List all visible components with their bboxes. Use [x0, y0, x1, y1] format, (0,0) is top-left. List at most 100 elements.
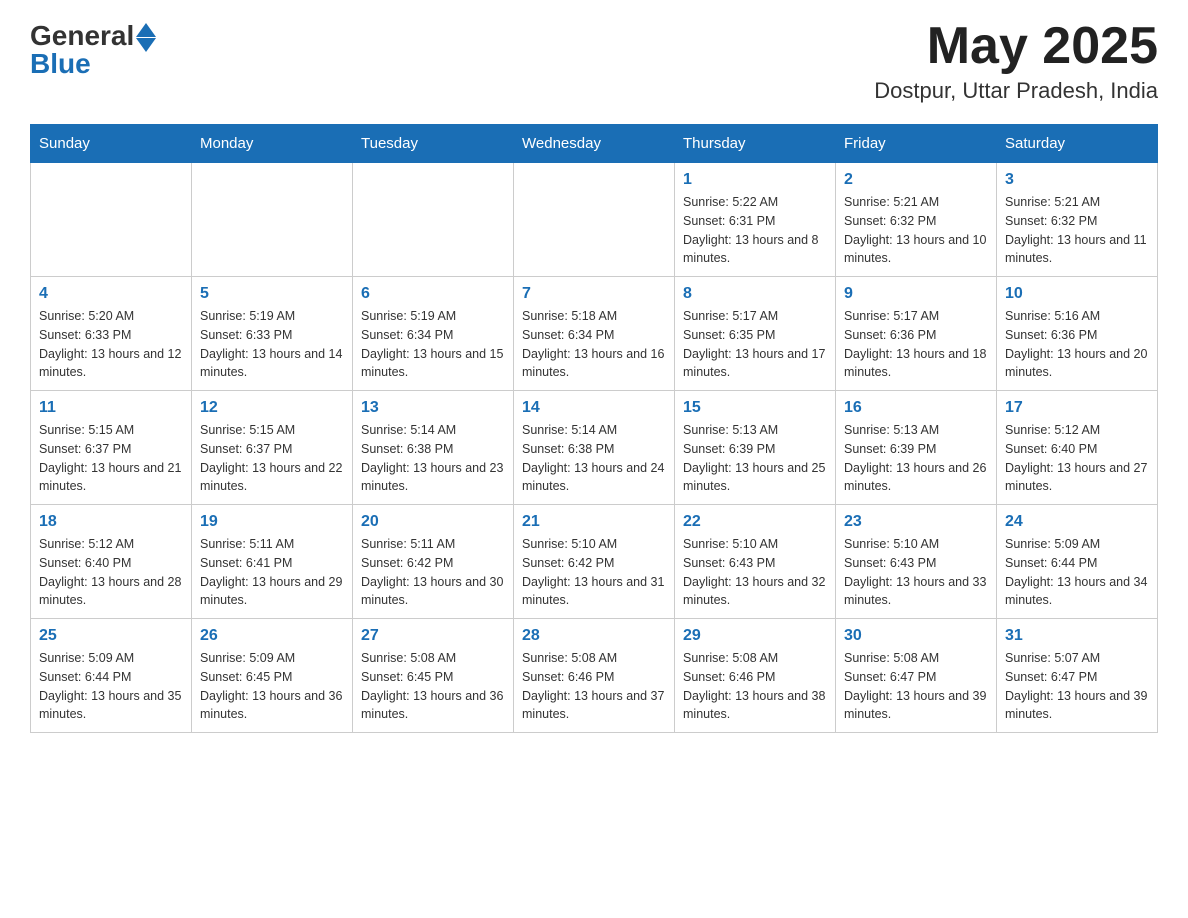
day-number: 11: [39, 399, 183, 417]
calendar-cell: 17 Sunrise: 5:12 AMSunset: 6:40 PMDayligh…: [997, 391, 1158, 505]
day-number: 19: [200, 513, 344, 531]
calendar-cell: 10 Sunrise: 5:16 AMSunset: 6:36 PMDayligh…: [997, 277, 1158, 391]
day-number: 15: [683, 399, 827, 417]
day-number: 25: [39, 627, 183, 645]
day-number: 6: [361, 285, 505, 303]
day-info: Sunrise: 5:12 AMSunset: 6:40 PMDaylight:…: [39, 535, 183, 610]
logo-blue-text: Blue: [30, 48, 91, 80]
calendar-cell: 2Sunrise: 5:21 AMSunset: 6:32 PMDaylight…: [836, 163, 997, 277]
calendar-cell: 24 Sunrise: 5:09 AMSunset: 6:44 PMDayligh…: [997, 505, 1158, 619]
calendar-cell: 29Sunrise: 5:08 AMSunset: 6:46 PMDayligh…: [675, 619, 836, 733]
day-number: 8: [683, 285, 827, 303]
day-info: Sunrise: 5:09 AMSunset: 6:44 PMDaylight:…: [39, 649, 183, 724]
day-info: Sunrise: 5:07 AMSunset: 6:47 PMDaylight:…: [1005, 649, 1149, 724]
day-number: 23: [844, 513, 988, 531]
day-info: Sunrise: 5:16 AMSunset: 6:36 PMDaylight:…: [1005, 307, 1149, 382]
day-info: Sunrise: 5:17 AMSunset: 6:35 PMDaylight:…: [683, 307, 827, 382]
calendar-cell: 8 Sunrise: 5:17 AMSunset: 6:35 PMDaylight…: [675, 277, 836, 391]
calendar-cell: 6 Sunrise: 5:19 AMSunset: 6:34 PMDaylight…: [353, 277, 514, 391]
day-number: 14: [522, 399, 666, 417]
calendar-cell: 31 Sunrise: 5:07 AMSunset: 6:47 PMDayligh…: [997, 619, 1158, 733]
calendar-cell: 28Sunrise: 5:08 AMSunset: 6:46 PMDayligh…: [514, 619, 675, 733]
calendar-cell: 25 Sunrise: 5:09 AMSunset: 6:44 PMDayligh…: [31, 619, 192, 733]
col-header-friday: Friday: [836, 125, 997, 163]
day-info: Sunrise: 5:15 AMSunset: 6:37 PMDaylight:…: [200, 421, 344, 496]
calendar-cell: 13Sunrise: 5:14 AMSunset: 6:38 PMDayligh…: [353, 391, 514, 505]
day-number: 12: [200, 399, 344, 417]
col-header-sunday: Sunday: [31, 125, 192, 163]
day-info: Sunrise: 5:11 AMSunset: 6:42 PMDaylight:…: [361, 535, 505, 610]
day-info: Sunrise: 5:19 AMSunset: 6:34 PMDaylight:…: [361, 307, 505, 382]
day-number: 27: [361, 627, 505, 645]
calendar-cell: 23Sunrise: 5:10 AMSunset: 6:43 PMDayligh…: [836, 505, 997, 619]
week-row-3: 11 Sunrise: 5:15 AMSunset: 6:37 PMDayligh…: [31, 391, 1158, 505]
day-number: 4: [39, 285, 183, 303]
day-number: 24: [1005, 513, 1149, 531]
day-info: Sunrise: 5:14 AMSunset: 6:38 PMDaylight:…: [522, 421, 666, 496]
calendar-cell: 21 Sunrise: 5:10 AMSunset: 6:42 PMDayligh…: [514, 505, 675, 619]
calendar-cell: 7Sunrise: 5:18 AMSunset: 6:34 PMDaylight…: [514, 277, 675, 391]
week-row-1: 1Sunrise: 5:22 AMSunset: 6:31 PMDaylight…: [31, 163, 1158, 277]
logo: General Blue: [30, 20, 156, 80]
day-info: Sunrise: 5:18 AMSunset: 6:34 PMDaylight:…: [522, 307, 666, 382]
day-info: Sunrise: 5:10 AMSunset: 6:43 PMDaylight:…: [683, 535, 827, 610]
calendar-cell: 11 Sunrise: 5:15 AMSunset: 6:37 PMDayligh…: [31, 391, 192, 505]
col-header-thursday: Thursday: [675, 125, 836, 163]
day-info: Sunrise: 5:11 AMSunset: 6:41 PMDaylight:…: [200, 535, 344, 610]
day-number: 31: [1005, 627, 1149, 645]
day-number: 1: [683, 171, 827, 189]
calendar-cell: 16 Sunrise: 5:13 AMSunset: 6:39 PMDayligh…: [836, 391, 997, 505]
calendar-cell: [353, 163, 514, 277]
day-info: Sunrise: 5:08 AMSunset: 6:47 PMDaylight:…: [844, 649, 988, 724]
col-header-wednesday: Wednesday: [514, 125, 675, 163]
day-number: 17: [1005, 399, 1149, 417]
calendar-cell: 22Sunrise: 5:10 AMSunset: 6:43 PMDayligh…: [675, 505, 836, 619]
day-info: Sunrise: 5:13 AMSunset: 6:39 PMDaylight:…: [683, 421, 827, 496]
day-number: 20: [361, 513, 505, 531]
calendar-cell: 20 Sunrise: 5:11 AMSunset: 6:42 PMDayligh…: [353, 505, 514, 619]
day-number: 29: [683, 627, 827, 645]
day-number: 13: [361, 399, 505, 417]
calendar-cell: 19 Sunrise: 5:11 AMSunset: 6:41 PMDayligh…: [192, 505, 353, 619]
day-info: Sunrise: 5:09 AMSunset: 6:44 PMDaylight:…: [1005, 535, 1149, 610]
calendar-cell: 26Sunrise: 5:09 AMSunset: 6:45 PMDayligh…: [192, 619, 353, 733]
calendar-header-row: SundayMondayTuesdayWednesdayThursdayFrid…: [31, 125, 1158, 163]
page-header: General Blue May 2025 Dostpur, Uttar Pra…: [30, 20, 1158, 104]
day-info: Sunrise: 5:13 AMSunset: 6:39 PMDaylight:…: [844, 421, 988, 496]
day-info: Sunrise: 5:21 AMSunset: 6:32 PMDaylight:…: [1005, 193, 1149, 268]
day-info: Sunrise: 5:12 AMSunset: 6:40 PMDaylight:…: [1005, 421, 1149, 496]
day-number: 21: [522, 513, 666, 531]
day-number: 16: [844, 399, 988, 417]
calendar-cell: 5 Sunrise: 5:19 AMSunset: 6:33 PMDaylight…: [192, 277, 353, 391]
calendar-cell: [514, 163, 675, 277]
day-info: Sunrise: 5:21 AMSunset: 6:32 PMDaylight:…: [844, 193, 988, 268]
week-row-4: 18 Sunrise: 5:12 AMSunset: 6:40 PMDayligh…: [31, 505, 1158, 619]
day-number: 10: [1005, 285, 1149, 303]
day-info: Sunrise: 5:10 AMSunset: 6:42 PMDaylight:…: [522, 535, 666, 610]
calendar-table: SundayMondayTuesdayWednesdayThursdayFrid…: [30, 124, 1158, 733]
day-number: 5: [200, 285, 344, 303]
day-number: 3: [1005, 171, 1149, 189]
day-info: Sunrise: 5:17 AMSunset: 6:36 PMDaylight:…: [844, 307, 988, 382]
calendar-cell: 4 Sunrise: 5:20 AMSunset: 6:33 PMDaylight…: [31, 277, 192, 391]
calendar-cell: 12 Sunrise: 5:15 AMSunset: 6:37 PMDayligh…: [192, 391, 353, 505]
calendar-cell: 30Sunrise: 5:08 AMSunset: 6:47 PMDayligh…: [836, 619, 997, 733]
day-number: 18: [39, 513, 183, 531]
week-row-5: 25 Sunrise: 5:09 AMSunset: 6:44 PMDayligh…: [31, 619, 1158, 733]
calendar-cell: 14 Sunrise: 5:14 AMSunset: 6:38 PMDayligh…: [514, 391, 675, 505]
day-info: Sunrise: 5:20 AMSunset: 6:33 PMDaylight:…: [39, 307, 183, 382]
day-info: Sunrise: 5:15 AMSunset: 6:37 PMDaylight:…: [39, 421, 183, 496]
calendar-cell: [192, 163, 353, 277]
col-header-saturday: Saturday: [997, 125, 1158, 163]
calendar-cell: 18 Sunrise: 5:12 AMSunset: 6:40 PMDayligh…: [31, 505, 192, 619]
calendar-cell: 15 Sunrise: 5:13 AMSunset: 6:39 PMDayligh…: [675, 391, 836, 505]
calendar-cell: [31, 163, 192, 277]
location-subtitle: Dostpur, Uttar Pradesh, India: [874, 78, 1158, 104]
calendar-cell: 9 Sunrise: 5:17 AMSunset: 6:36 PMDaylight…: [836, 277, 997, 391]
day-number: 9: [844, 285, 988, 303]
month-year-title: May 2025: [874, 20, 1158, 72]
calendar-cell: 3 Sunrise: 5:21 AMSunset: 6:32 PMDaylight…: [997, 163, 1158, 277]
day-info: Sunrise: 5:19 AMSunset: 6:33 PMDaylight:…: [200, 307, 344, 382]
calendar-cell: 27Sunrise: 5:08 AMSunset: 6:45 PMDayligh…: [353, 619, 514, 733]
day-info: Sunrise: 5:09 AMSunset: 6:45 PMDaylight:…: [200, 649, 344, 724]
